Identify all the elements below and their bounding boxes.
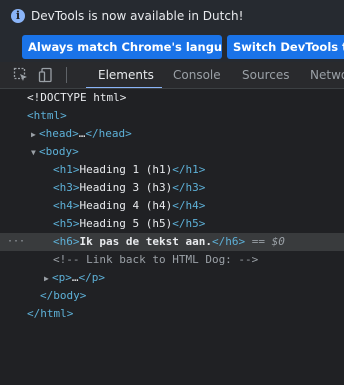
elements-tree: <!DOCTYPE html> <html> ▶ <head>…</head> ▼…	[0, 89, 344, 323]
tree-node-h3[interactable]: <h3>Heading 3 (h3)</h3>	[0, 179, 344, 197]
tab-network[interactable]: Network	[310, 62, 344, 88]
tab-sources[interactable]: Sources	[242, 62, 289, 88]
tree-node-html-close[interactable]: </html>	[0, 305, 344, 323]
tree-node-html[interactable]: <html>	[0, 107, 344, 125]
selected-node-marker: == $0	[245, 235, 285, 248]
infobar-actions: Always match Chrome's language Switch De…	[0, 32, 344, 62]
switch-devtools-language-button[interactable]: Switch DevTools to Dutch	[227, 35, 344, 59]
toolbar-separator	[66, 67, 67, 83]
inspect-element-icon[interactable]	[13, 67, 29, 83]
expand-arrow-icon[interactable]: ▶	[44, 270, 52, 288]
tree-node-p[interactable]: ▶ <p>…</p>	[0, 269, 344, 287]
tree-node-h6-selected[interactable]: ··· <h6>Ik pas de tekst aan.</h6> == $0	[0, 233, 344, 251]
tab-console[interactable]: Console	[173, 62, 221, 88]
tab-elements[interactable]: Elements	[98, 62, 154, 88]
node-actions-icon[interactable]: ···	[7, 233, 25, 251]
tree-node-comment[interactable]: <!-- Link back to HTML Dog: -->	[0, 251, 344, 269]
tree-node-body-close[interactable]: </body>	[0, 287, 344, 305]
expand-arrow-icon[interactable]: ▶	[31, 126, 39, 144]
infobar-message: DevTools is now available in Dutch!	[31, 9, 244, 23]
device-toolbar-icon[interactable]	[38, 67, 54, 83]
collapse-arrow-icon[interactable]: ▼	[31, 144, 39, 162]
devtools-toolbar: Elements Console Sources Network	[0, 62, 344, 89]
language-infobar: i DevTools is now available in Dutch!	[0, 0, 344, 32]
info-icon: i	[11, 9, 25, 23]
tree-node-h5[interactable]: <h5>Heading 5 (h5)</h5>	[0, 215, 344, 233]
tree-node-head[interactable]: ▶ <head>…</head>	[0, 125, 344, 143]
devtools-window: i DevTools is now available in Dutch! Al…	[0, 0, 344, 385]
tree-node-h1[interactable]: <h1>Heading 1 (h1)</h1>	[0, 161, 344, 179]
window-edge	[344, 0, 348, 385]
tree-node-h4[interactable]: <h4>Heading 4 (h4)</h4>	[0, 197, 344, 215]
tree-node-doctype[interactable]: <!DOCTYPE html>	[0, 89, 344, 107]
tree-node-body[interactable]: ▼ <body>	[0, 143, 344, 161]
match-language-button[interactable]: Always match Chrome's language	[22, 35, 222, 59]
